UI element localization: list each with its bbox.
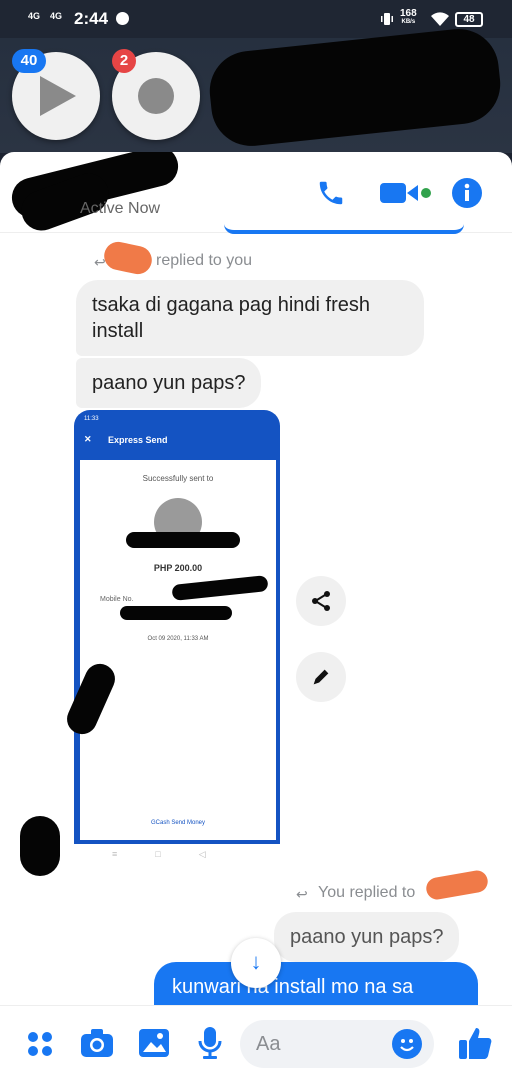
emoji-icon[interactable] xyxy=(392,1029,422,1059)
redaction-blob xyxy=(424,868,490,902)
video-icon[interactable] xyxy=(380,180,432,206)
attachment-title: Express Send xyxy=(108,435,168,445)
redaction-scribble xyxy=(120,606,232,620)
receipt-amount: PHP 200.00 xyxy=(153,563,203,573)
speed-value: 168 xyxy=(400,8,417,19)
redaction-blob xyxy=(101,239,155,277)
redaction-scribble xyxy=(126,532,240,548)
menu-icon[interactable] xyxy=(26,1030,54,1058)
previous-message-edge xyxy=(224,224,464,234)
message-placeholder: Aa xyxy=(256,1033,281,1055)
camera-icon[interactable] xyxy=(80,1028,114,1058)
down-arrow-icon: ↓ xyxy=(250,949,262,974)
message-composer: Aa xyxy=(0,1005,512,1080)
play-icon xyxy=(40,76,76,116)
vibrate-icon xyxy=(381,13,393,25)
like-icon[interactable] xyxy=(458,1026,492,1060)
messenger-icon xyxy=(138,78,174,114)
battery-indicator: 48 xyxy=(455,12,483,27)
messenger-badge: 2 xyxy=(112,49,136,73)
speed-unit: KB/s xyxy=(401,19,416,25)
receipt-card: Successfully sent to PHP 200.00 Mobile N… xyxy=(80,460,276,840)
info-icon[interactable] xyxy=(452,178,482,208)
receipt-sent-label: Successfully sent to xyxy=(142,474,214,483)
edit-button[interactable] xyxy=(296,652,346,702)
message-bubble[interactable]: tsaka di gagana pag hindi fresh install xyxy=(76,280,424,356)
receipt-date: Oct 09 2020, 11:33 AM xyxy=(147,636,209,642)
image-icon[interactable] xyxy=(138,1028,170,1058)
image-attachment[interactable]: 11:33 ✕ Express Send Successfully sent t… xyxy=(74,410,280,844)
close-icon: ✕ xyxy=(84,434,92,444)
message-bubble[interactable]: paano yun paps? xyxy=(76,358,262,408)
message-input[interactable]: Aa xyxy=(240,1020,434,1068)
edit-icon xyxy=(313,669,329,685)
network-speed: 168 KB/s xyxy=(400,9,417,27)
attachment-header: ✕ Express Send xyxy=(74,428,280,454)
reply-icon: ↩ xyxy=(296,886,308,902)
scroll-down-button[interactable]: ↓ xyxy=(231,938,281,988)
quoted-message[interactable]: paano yun paps? xyxy=(274,912,460,962)
receipt-mobile-label: Mobile No. xyxy=(100,596,134,603)
receipt-footer: GCash Send Money xyxy=(150,820,206,826)
microphone-icon[interactable] xyxy=(198,1026,222,1060)
network-indicator: 4G xyxy=(28,11,41,21)
video-badge: 40 xyxy=(12,49,46,73)
redaction-scribble xyxy=(20,816,60,876)
network-indicator-2: 4G xyxy=(50,11,63,21)
wifi-icon xyxy=(431,12,449,26)
reply-note: You replied to xyxy=(318,884,416,901)
reply-note: replied to you xyxy=(156,252,253,269)
messenger-notification-icon xyxy=(116,12,129,25)
attachment-status-bar: 11:33 xyxy=(84,416,99,422)
share-button[interactable] xyxy=(296,576,346,626)
active-status: Active Now xyxy=(80,200,161,217)
clock: 2:44 xyxy=(74,9,109,28)
share-icon xyxy=(312,591,330,611)
attachment-nav-bar: ≡□◁ xyxy=(112,849,244,859)
phone-icon[interactable] xyxy=(316,178,346,208)
emoji-face xyxy=(400,1039,414,1052)
